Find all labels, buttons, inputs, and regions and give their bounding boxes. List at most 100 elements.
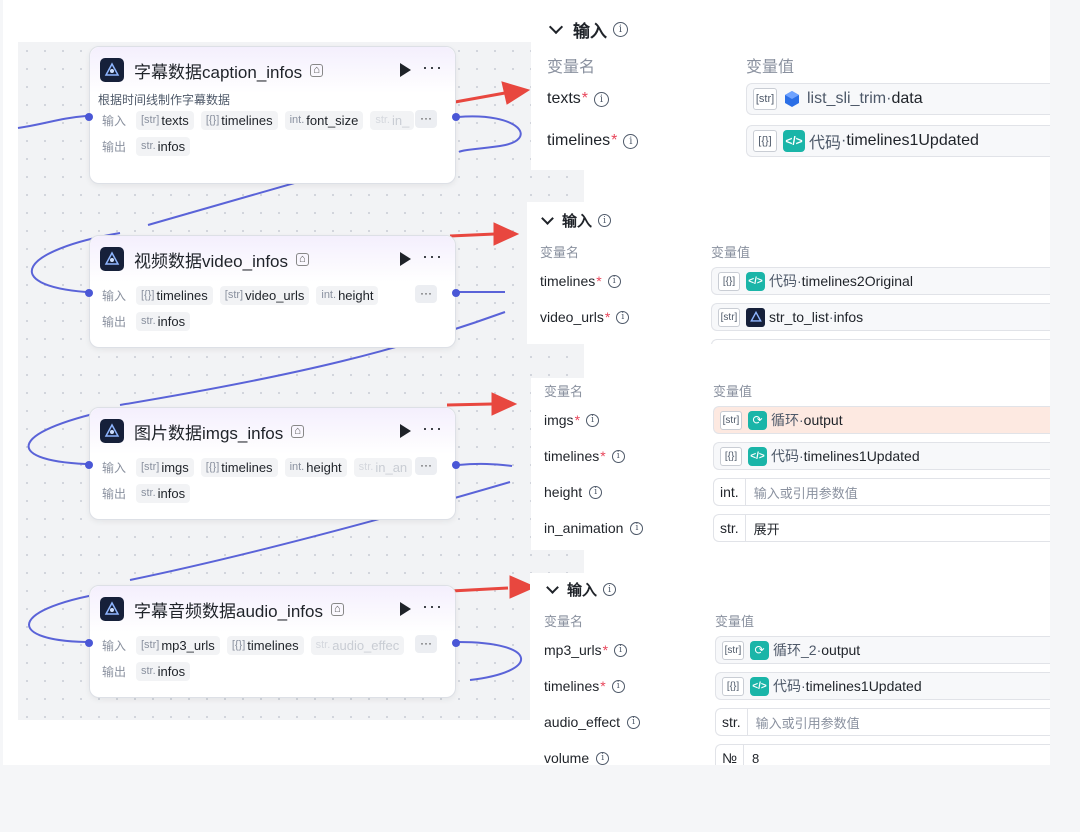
more-options-icon[interactable]: ··· [422, 596, 443, 617]
run-icon[interactable] [400, 602, 411, 616]
reference-field: timelines2Original [801, 273, 913, 289]
type-badge: [{}] [753, 130, 777, 152]
more-options-icon[interactable]: ··· [422, 246, 443, 267]
node-inputs-row: 输入 [str] mp3_urls [{}] timelines str. audio… [90, 632, 455, 658]
param-value-timelines[interactable]: [{}] </> 代码 · timelines2Original [711, 267, 1050, 295]
node-inputs-row: 输入 [str] texts [{}] timelines int. font_siz… [90, 107, 455, 133]
output-port[interactable] [452, 639, 460, 647]
param-name-volume: volume i [544, 750, 610, 765]
node-caption-infos[interactable]: 字幕数据caption_infos ⌂ ··· 根据时间线制作字幕数据 输入 [… [85, 46, 460, 184]
caption-input-panel: 输入 i 变量名 变量值 texts * i [str] list_sli_tri… [531, 10, 1050, 170]
param-value-texts[interactable]: [str] list_sli_trim · data [746, 83, 1050, 115]
section-title: 输入 [573, 22, 607, 41]
info-icon: i [614, 643, 628, 657]
expand-inputs-button[interactable]: ··· [415, 110, 437, 128]
expand-inputs-button[interactable]: ··· [415, 635, 437, 653]
run-icon[interactable] [400, 424, 411, 438]
node-outputs-row: 输出 str. infos [90, 658, 455, 684]
param-value-video-urls[interactable]: [str] str_to_list · infos [711, 303, 1050, 331]
output-tag: str. infos [136, 136, 191, 156]
info-icon: i [627, 715, 641, 729]
output-port[interactable] [452, 289, 460, 297]
node-imgs-infos[interactable]: 图片数据imgs_infos ⌂ ··· 输入 [str] imgs [{}] ti… [85, 407, 460, 520]
input-tag: int. height [316, 285, 379, 305]
param-value-timelines[interactable]: [{}] </> 代码 · timelines1Updated [715, 672, 1050, 700]
param-value-in-animation[interactable]: str. 展开 [713, 514, 1050, 542]
node-audio-infos[interactable]: 字幕音频数据audio_infos ⌂ ··· 输入 [str] mp3_urls… [85, 585, 460, 698]
plugin-icon [100, 247, 124, 271]
input-section-header[interactable]: 输入 i [546, 579, 617, 600]
reference-source: 代码 [769, 273, 797, 289]
plugin-icon [100, 419, 124, 443]
column-header-value: 变量值 [711, 245, 751, 260]
output-port[interactable] [452, 461, 460, 469]
reference-source: 代码 [771, 448, 799, 464]
param-value-timelines[interactable]: [{}] </> 代码 · timelines1Updated [713, 442, 1050, 470]
info-icon: i [598, 214, 612, 227]
type-badge: № [716, 745, 745, 765]
reference-source: 循环 [771, 412, 799, 428]
node-header: 图片数据imgs_infos ⌂ ··· [90, 408, 455, 454]
plugin-icon [100, 597, 124, 621]
type-badge: [str] [720, 410, 742, 430]
param-value-timelines[interactable]: [{}] </> 代码 · timelines1Updated [746, 125, 1050, 157]
expand-inputs-button[interactable]: ··· [415, 285, 437, 303]
more-options-icon[interactable]: ··· [422, 418, 443, 439]
column-header-name: 变量名 [547, 59, 596, 76]
video-input-panel: 输入 i 变量名 变量值 timelines * i [{}] </> 代码 · … [527, 202, 1050, 344]
param-name-timelines: timelines * i [544, 678, 625, 694]
param-name-in-animation: in_animation i [544, 520, 644, 536]
loop-icon: ⟳ [748, 410, 767, 430]
input-port[interactable] [85, 289, 93, 297]
output-tag: str. infos [136, 311, 191, 331]
run-icon[interactable] [400, 252, 411, 266]
input-section-header[interactable]: 输入 i [548, 17, 628, 42]
input-port[interactable] [85, 113, 93, 121]
input-port[interactable] [85, 461, 93, 469]
param-name-timelines: timelines * i [544, 448, 625, 464]
input-tag: [{}] timelines [200, 110, 278, 130]
output-port[interactable] [452, 113, 460, 121]
info-icon: i [596, 751, 610, 765]
param-name-texts: texts * i [547, 90, 610, 108]
input-tag: int. height [284, 457, 347, 477]
type-badge: [str] [722, 640, 744, 660]
param-value-audio-effect[interactable]: str. 输入或引用参数值 [715, 708, 1050, 736]
info-icon: i [594, 91, 610, 107]
info-icon: i [589, 485, 603, 499]
param-value-imgs[interactable]: [str] ⟳ 循环 · output [713, 406, 1050, 434]
subnode-badge-icon: ⌂ [310, 63, 323, 77]
value-text: 8 [752, 750, 760, 766]
node-outputs-row: 输出 str. infos [90, 480, 455, 506]
more-options-icon[interactable]: ··· [422, 57, 443, 78]
column-header-name: 变量名 [544, 614, 584, 629]
subnode-badge-icon: ⌂ [296, 252, 309, 266]
input-tag: [{}] timelines [226, 635, 304, 655]
expand-inputs-button[interactable]: ··· [415, 457, 437, 475]
reference-field: infos [833, 309, 864, 325]
info-icon: i [616, 310, 630, 324]
code-icon: </> [748, 446, 767, 466]
type-badge: [str] [753, 88, 777, 110]
value-placeholder: 输入或引用参数值 [753, 485, 858, 501]
input-port[interactable] [85, 639, 93, 647]
inputs-label: 输入 [102, 113, 127, 128]
param-value-mp3-urls[interactable]: [str] ⟳ 循环_2 · output [715, 636, 1050, 664]
param-value-height[interactable]: int. 输入或引用参数值 [713, 478, 1050, 506]
run-icon[interactable] [400, 63, 411, 77]
chevron-down-icon [546, 580, 559, 594]
info-icon: i [586, 413, 600, 427]
output-tag: str. infos [136, 483, 191, 503]
value-text: 展开 [753, 521, 780, 537]
chevron-down-icon [548, 19, 564, 35]
node-video-infos[interactable]: 视频数据video_infos ⌂ ··· 输入 [{}] timelines [… [85, 235, 460, 348]
inputs-label: 输入 [102, 638, 127, 653]
node-inputs-row: 输入 [{}] timelines [str] video_urls int. hei… [90, 282, 455, 308]
input-section-header[interactable]: 输入 i [541, 210, 612, 231]
param-value-volume[interactable]: № 8 [715, 744, 1050, 765]
reference-source: str_to_list [769, 309, 829, 325]
column-header-name: 变量名 [544, 384, 584, 399]
node-outputs-row: 输出 str. infos [90, 133, 455, 159]
code-icon: </> [783, 130, 805, 152]
node-description: 根据时间线制作字幕数据 [98, 93, 231, 107]
